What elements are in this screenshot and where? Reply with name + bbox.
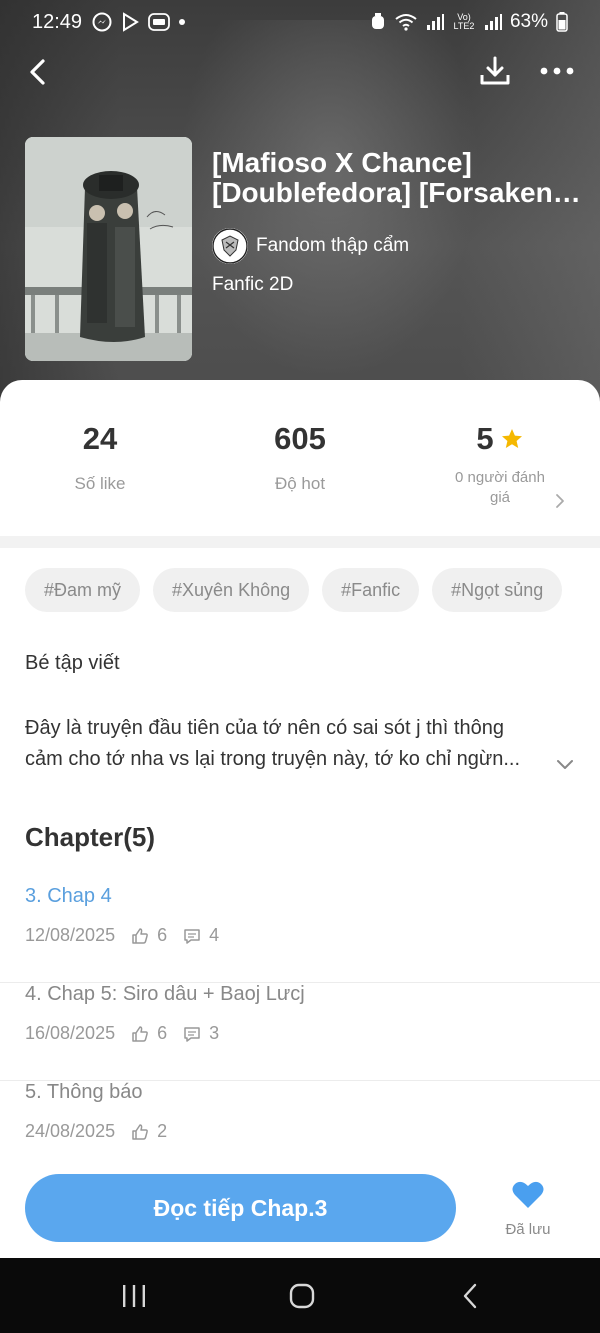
saved-label: Đã lưu <box>505 1221 551 1238</box>
chevron-left-icon <box>30 59 45 85</box>
cover-illustration <box>25 137 192 361</box>
chapter-comment-count: 4 <box>209 925 220 945</box>
stat-hot: 605 Độ hot <box>200 420 400 494</box>
home-icon <box>289 1283 315 1309</box>
comment-icon <box>183 927 201 945</box>
description-title: Bé tập viết <box>25 652 120 674</box>
rating-score: 5 <box>476 421 494 456</box>
alarm-icon <box>370 13 386 31</box>
rating-count-label: 0 người đánh giá <box>455 469 545 506</box>
description-text[interactable]: Đây là truyện đầu tiên của tớ nên có sai… <box>25 713 545 775</box>
signal-icon-2 <box>484 13 502 31</box>
chapter-date: 12/08/2025 <box>25 925 116 945</box>
thumbs-up-icon <box>131 927 149 945</box>
story-title-line-2: [Doublefedora] [Forsaken S... <box>212 178 582 208</box>
hot-label: Độ hot <box>274 474 326 493</box>
author-link[interactable]: Fandom thập cẩm <box>212 228 409 264</box>
tag-chip[interactable]: #Đam mỹ <box>25 568 141 612</box>
system-back-button[interactable] <box>440 1276 500 1316</box>
network-type: Vo) LTE2 <box>453 12 475 31</box>
description-line-1: Đây là truyện đầu tiên của tớ nên có sai… <box>25 717 504 739</box>
tag-chip[interactable]: #Ngọt sủng <box>432 568 563 612</box>
zalo-icon <box>148 12 170 32</box>
expand-description-button[interactable] <box>553 752 577 776</box>
more-dots-icon <box>540 67 574 75</box>
status-time: 12:49 <box>32 10 83 33</box>
recent-apps-button[interactable] <box>104 1276 164 1316</box>
chapter-item[interactable]: 3. Chap 4 12/08/2025 6 4 <box>0 885 600 983</box>
chapter-title: 3. Chap 4 <box>25 885 112 907</box>
chapter-title: 4. Chap 5: Siro dâu + Baoj Lưcj <box>25 983 305 1005</box>
save-toggle[interactable]: Đã lưu <box>494 1180 562 1238</box>
tag-chip[interactable]: #Xuyên Không <box>153 568 310 612</box>
home-button[interactable] <box>272 1276 332 1316</box>
chapter-like-count: 6 <box>157 925 168 945</box>
system-navigation-bar <box>0 1258 600 1333</box>
back-button[interactable] <box>18 52 58 92</box>
story-header: 12:49 Vo) LTE2 63% [Mafioso X Chance] [D… <box>0 0 600 410</box>
story-category[interactable]: Fanfic 2D <box>212 274 293 296</box>
stat-rating[interactable]: 5 0 người đánh giá <box>400 420 600 508</box>
likes-label: Số like <box>74 474 126 493</box>
thumbs-up-icon <box>131 1123 149 1141</box>
continue-reading-button[interactable]: Đọc tiếp Chap.3 <box>25 1174 456 1242</box>
comment-icon <box>183 1025 201 1043</box>
recent-apps-icon <box>123 1285 145 1307</box>
chapter-title: 5. Thông báo <box>25 1081 143 1103</box>
author-avatar <box>212 228 248 264</box>
bottom-action-bar: Đọc tiếp Chap.3 Đã lưu <box>0 1160 600 1258</box>
more-options-button[interactable] <box>534 50 580 92</box>
notification-dot-icon <box>178 18 186 26</box>
play-store-icon <box>120 12 140 32</box>
download-button[interactable] <box>474 50 516 92</box>
stat-likes: 24 Số like <box>0 420 200 494</box>
thumbs-up-icon <box>131 1025 149 1043</box>
chevron-right-icon <box>556 494 564 508</box>
chapter-like-count: 6 <box>157 1023 168 1043</box>
star-icon <box>501 429 522 448</box>
chapter-date: 16/08/2025 <box>25 1023 116 1043</box>
chapter-item[interactable]: 4. Chap 5: Siro dâu + Baoj Lưcj 16/08/20… <box>0 983 600 1081</box>
section-divider <box>0 536 600 548</box>
battery-icon <box>556 12 568 32</box>
chapter-comment-count: 3 <box>209 1023 220 1043</box>
stats-row: 24 Số like 605 Độ hot 5 0 người đánh giá <box>0 420 600 530</box>
signal-icon <box>426 13 444 31</box>
chevron-down-icon <box>557 760 573 769</box>
chapter-like-count: 2 <box>157 1121 168 1141</box>
battery-level: 63% <box>509 11 548 32</box>
likes-count: 24 <box>82 421 118 456</box>
status-bar: 12:49 Vo) LTE2 63% <box>0 0 600 44</box>
messenger-icon <box>92 12 112 32</box>
story-cover[interactable] <box>25 137 192 361</box>
rating-chevron[interactable] <box>554 492 566 515</box>
hot-count: 605 <box>274 421 326 456</box>
chapter-section-title: Chapter(5) <box>25 822 156 852</box>
tag-list: #Đam mỹ #Xuyên Không #Fanfic #Ngọt sủng <box>25 568 563 612</box>
tag-chip[interactable]: #Fanfic <box>322 568 420 612</box>
back-arrow-icon <box>463 1283 477 1309</box>
wifi-icon <box>394 13 418 31</box>
story-detail-card: 24 Số like 605 Độ hot 5 0 người đánh giá… <box>0 380 600 1258</box>
chapter-date: 24/08/2025 <box>25 1121 116 1141</box>
heart-icon <box>512 1181 544 1208</box>
description-line-2: cảm cho tớ nha vs lại trong truyện này, … <box>25 748 521 770</box>
download-icon <box>480 56 510 85</box>
story-title: [Mafioso X Chance] [Doublefedora] [Forsa… <box>212 148 582 208</box>
author-name: Fandom thập cẩm <box>256 235 410 256</box>
top-app-bar <box>0 44 600 100</box>
story-title-line-1: [Mafioso X Chance] <box>212 148 472 178</box>
